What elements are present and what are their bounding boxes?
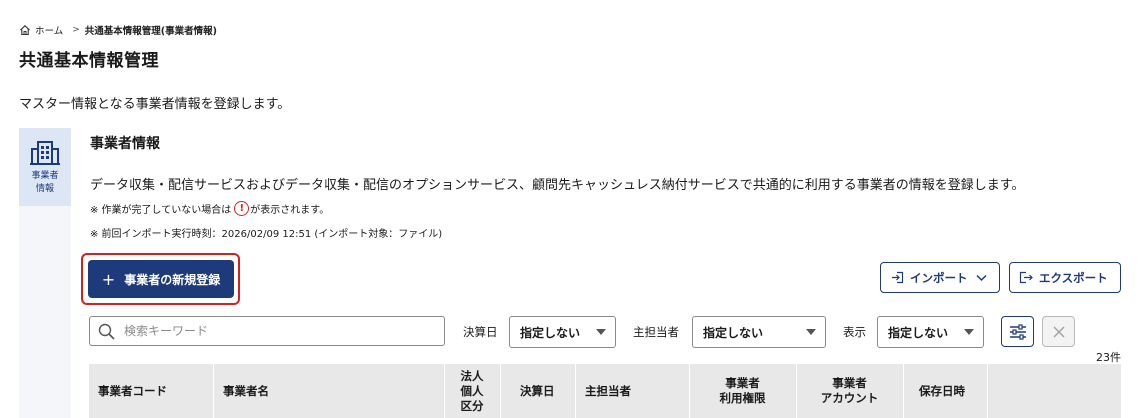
search-icon (98, 323, 115, 340)
chevron-down-icon (975, 274, 987, 281)
caret-down-icon (964, 329, 974, 335)
closing-date-label: 決算日 (463, 325, 498, 339)
header-saved-at[interactable]: 保存日時 (919, 364, 965, 418)
search-input[interactable] (124, 324, 424, 338)
header-owner[interactable]: 主担当者 (585, 364, 631, 418)
owner-label: 主担当者 (633, 325, 679, 339)
column-divider (903, 364, 904, 418)
column-divider (213, 364, 214, 418)
side-panel-background (19, 206, 71, 418)
header-account-line2: アカウント (820, 391, 879, 405)
side-tab-label-line1: 事業者 (31, 171, 59, 181)
section-title: 事業者情報 (90, 136, 160, 152)
close-icon (1053, 326, 1064, 337)
new-business-button-label: 事業者の新規登録 (124, 272, 221, 287)
side-tab-business-info[interactable]: 事業者 情報 (19, 128, 71, 206)
result-count: 23件 (1096, 351, 1121, 364)
header-type-line1: 法人 (460, 368, 484, 383)
home-icon (20, 25, 30, 36)
header-type-line3: 区分 (460, 398, 484, 413)
owner-select-value: 指定しない (703, 325, 764, 340)
column-divider (500, 364, 501, 418)
breadcrumb: ホーム > 共通基本情報管理(事業者情報) (19, 23, 217, 37)
display-select-value: 指定しない (888, 325, 949, 340)
closing-date-select-value: 指定しない (520, 325, 581, 340)
header-type[interactable]: 法人 個人 区分 (444, 364, 500, 418)
export-button[interactable]: エクスポート (1009, 262, 1121, 293)
owner-select[interactable]: 指定しない (692, 316, 826, 348)
column-divider (575, 364, 576, 418)
header-type-line2: 個人 (460, 383, 484, 398)
note-incomplete-prefix: ※ 作業が完了していない場合は (90, 205, 232, 216)
header-account-line1: 事業者 (832, 376, 867, 390)
header-rights-line1: 事業者 (725, 376, 760, 390)
note-last-import: ※ 前回インポート実行時刻：2026/02/09 12:51 (インポート対象：… (90, 229, 443, 240)
side-tab-label-line2: 情報 (35, 184, 54, 194)
export-icon (1019, 271, 1033, 284)
page-title: 共通基本情報管理 (19, 51, 159, 71)
caret-down-icon (806, 329, 816, 335)
header-rights-line2: 利用権限 (719, 391, 766, 405)
clear-filter-button[interactable] (1042, 316, 1075, 347)
sliders-icon (1009, 323, 1026, 340)
closing-date-select[interactable]: 指定しない (509, 316, 616, 348)
section-description: データ収集・配信サービスおよびデータ収集・配信のオプションサービス、顧問先キャッ… (90, 178, 1025, 193)
breadcrumb-current: 共通基本情報管理(事業者情報) (84, 26, 217, 37)
breadcrumb-separator: > (72, 25, 80, 35)
column-divider (987, 364, 988, 418)
new-business-button[interactable]: + 事業者の新規登録 (88, 260, 234, 298)
header-account[interactable]: 事業者 アカウント (796, 364, 903, 418)
export-button-label: エクスポート (1039, 270, 1108, 285)
side-tab-label: 事業者 情報 (31, 170, 58, 196)
import-button[interactable]: インポート (880, 262, 1000, 293)
breadcrumb-home-link[interactable]: ホーム (35, 23, 63, 37)
caret-down-icon (596, 329, 606, 335)
search-box (89, 316, 445, 346)
display-label: 表示 (843, 325, 866, 339)
plus-icon: + (101, 269, 116, 289)
table-header: 事業者コード 事業者名 法人 個人 区分 決算日 主担当者 事業者 利用権限 事… (89, 364, 1121, 418)
filter-settings-button[interactable] (1001, 316, 1034, 347)
note-incomplete: ※ 作業が完了していない場合は ! が表示されます。 (90, 201, 329, 216)
import-icon (892, 271, 904, 284)
import-button-label: インポート (910, 270, 968, 285)
header-rights[interactable]: 事業者 利用権限 (689, 364, 796, 418)
note-incomplete-suffix: が表示されます。 (250, 205, 330, 216)
header-closing-date[interactable]: 決算日 (520, 364, 555, 418)
header-code[interactable]: 事業者コード (98, 364, 167, 418)
header-name[interactable]: 事業者名 (223, 364, 269, 418)
display-select[interactable]: 指定しない (877, 316, 984, 348)
page-description: マスター情報となる事業者情報を登録します。 (19, 97, 291, 112)
building-icon (30, 141, 60, 165)
warning-icon: ! (234, 201, 250, 216)
